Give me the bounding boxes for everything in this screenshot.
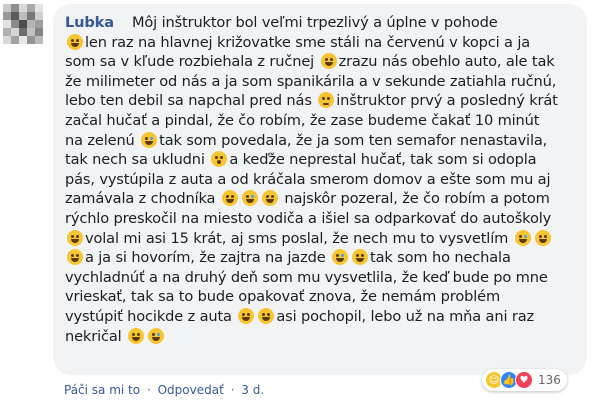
comment-author[interactable]: Lubka — [65, 14, 114, 31]
comment-text: volal mi asi 15 krát, aj sms poslal, že … — [85, 229, 509, 247]
separator-dot: · — [230, 383, 235, 397]
joy-emoji-icon — [332, 249, 349, 266]
comment-text: zrazu nás obehlo auto, ale tak — [338, 53, 555, 71]
grinning-emoji-icon — [221, 190, 238, 207]
comment-text: začal hučať a pindal, že čo robím, že za… — [65, 111, 540, 129]
separator-dot: · — [146, 383, 151, 397]
like-link[interactable]: Páči sa mi to — [64, 383, 140, 397]
joy-emoji-icon — [514, 229, 531, 246]
grinning-emoji-icon — [67, 229, 83, 246]
comment-text: tak som ho nechala — [370, 249, 511, 267]
joy-emoji-icon — [241, 190, 258, 207]
comment-text: zamávala z chodníka — [65, 190, 216, 208]
tired-emoji-icon — [141, 131, 158, 148]
grin-emoji-icon — [258, 307, 275, 324]
comment-text: asi pochopil, lebo už na mňa ani raz — [276, 307, 534, 325]
astonished-emoji-icon — [211, 151, 228, 168]
grinning-emoji-icon — [238, 307, 255, 324]
grin-emoji-icon — [352, 249, 369, 266]
love-icon: ♥ — [515, 371, 533, 389]
comment-text: vrieskať, tak sa to bude opakovať znova,… — [65, 288, 501, 306]
grinning-emoji-icon — [67, 249, 83, 266]
grin-emoji-icon — [261, 190, 278, 207]
comment-text: najskôr pozeral, že čo robím a potom — [284, 190, 550, 208]
comment-text: som sa v kľude rozbiehala z ručnej — [65, 53, 315, 71]
thinking-emoji-icon — [318, 92, 335, 109]
comment-text: lebo ten debil sa napchal pred nás — [65, 92, 312, 110]
comment-text: tak som povedala, že ja som ten semafor … — [159, 131, 548, 149]
grinning-emoji-icon — [128, 327, 145, 344]
grinning-emoji-icon — [320, 53, 337, 70]
comment-text: a keďže neprestal hučať, tak som si odop… — [229, 151, 537, 169]
comment-text: a ja si hovorím, že zajtra na jazde — [85, 249, 326, 267]
reaction-count: 136 — [538, 373, 561, 387]
avatar[interactable] — [3, 4, 43, 44]
comment-text: nekričal — [65, 327, 122, 345]
comment-text: Môj inštruktor bol veľmi trpezlivý a úpl… — [131, 14, 498, 31]
comment-text: tak nech sa ukludni — [65, 151, 205, 169]
comment-bubble: Lubka Môj inštruktor bol veľmi trpezlivý … — [53, 4, 587, 375]
comment-text: pás, vystúpila z auta a od kráčala smero… — [65, 170, 551, 188]
comment-text: na zelenú — [65, 131, 135, 149]
grinning-emoji-icon — [67, 33, 83, 50]
comment-text: vystúpiť hocikde z auta — [65, 307, 232, 325]
grin-emoji-icon — [534, 229, 551, 246]
joy-emoji-icon — [148, 327, 165, 344]
reply-link[interactable]: Odpovedať — [158, 383, 224, 397]
comment-text: vychladnúť a na druhý deň som mu vysvetl… — [65, 268, 548, 286]
reactions-summary[interactable]: ☺ 👍 ♥ 136 — [482, 369, 567, 391]
comment-text: že milimeter od nás a ja som spanikárila… — [65, 72, 557, 90]
comment-actions: Páči sa mi to · Odpovedať · 3 d. — [64, 383, 267, 397]
comment-text: len raz na hlavnej križovatke sme stáli … — [85, 33, 531, 51]
timestamp-link[interactable]: 3 d. — [241, 383, 264, 397]
comment-text: inštruktor prvý a posledný krát — [336, 92, 558, 110]
comment-text: rýchlo preskočil na miesto vodiča a išie… — [65, 209, 552, 227]
comment-body: Lubka Môj inštruktor bol veľmi trpezlivý … — [65, 13, 575, 346]
